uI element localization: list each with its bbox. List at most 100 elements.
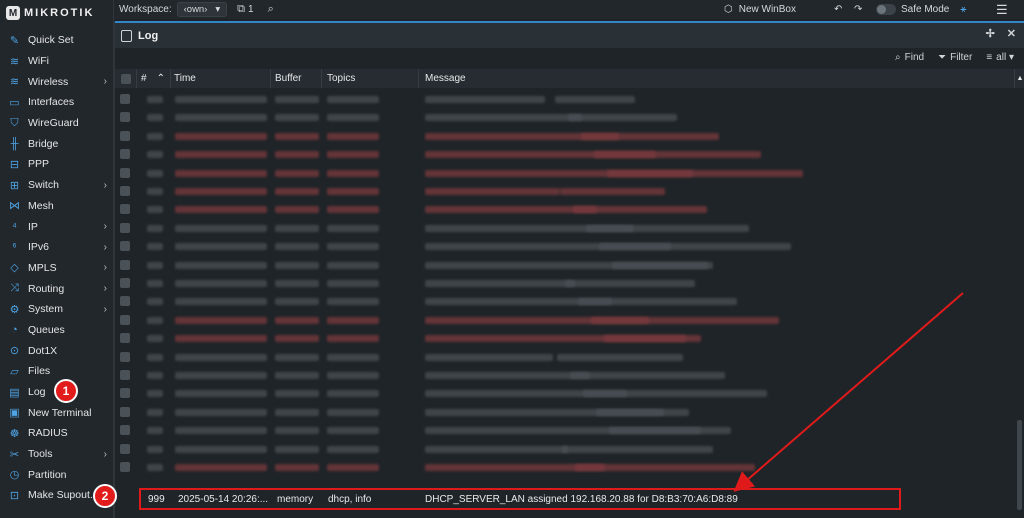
row-checkbox[interactable] [120,241,130,252]
table-row[interactable] [115,274,1015,292]
scroll-up-icon[interactable]: ▲ [1015,69,1024,88]
workspace-select[interactable]: ‹own› ▾ [176,2,228,17]
row-checkbox[interactable] [120,278,130,288]
sidebar-item-switch[interactable]: ⊞ Switch › [0,175,114,196]
table-row[interactable] [115,403,1015,421]
redacted-text [275,390,319,398]
search-icon[interactable]: ⌕ [268,3,274,16]
table-row[interactable] [115,127,1015,145]
sidebar-item-ipv6[interactable]: ⁶ IPv6 › [0,237,114,258]
row-checkbox[interactable] [120,370,130,380]
row-checkbox[interactable] [120,222,130,233]
sidebar-item-dot1x[interactable]: ⊙ Dot1X [0,340,114,361]
sidebar-item-new-terminal[interactable]: ▣ New Terminal [0,402,114,423]
row-checkbox[interactable] [120,296,130,307]
table-row[interactable] [115,219,1015,237]
select-all-checkbox[interactable] [120,73,131,84]
row-checkbox[interactable] [120,425,130,436]
safe-mode-toggle[interactable]: Safe Mode ⚹ [876,4,966,15]
row-checkbox[interactable] [120,314,130,325]
table-row[interactable] [115,237,1015,255]
redo-icon[interactable]: ↷ [854,4,862,15]
redacted-text [573,206,707,214]
filter-preset-select[interactable]: ≡ all ▾ [986,52,1014,63]
table-row[interactable] [115,292,1015,310]
sidebar-item-label: Partition [28,468,67,481]
sidebar-item-bridge[interactable]: ╫ Bridge [0,133,114,154]
windows-icon[interactable]: ⧉ [237,3,245,16]
sidebar-item-radius[interactable]: ☸ RADIUS [0,423,114,444]
row-checkbox[interactable] [120,259,130,270]
sidebar-item-queues[interactable]: ◔ Queues [0,320,114,341]
toggle-switch[interactable] [876,4,896,15]
redacted-text [568,114,677,122]
sidebar-item-ppp[interactable]: ⊟ PPP [0,154,114,175]
new-winbox-button[interactable]: ⬡ New WinBox [724,4,796,15]
sidebar-item-files[interactable]: ▱ Files [0,361,114,382]
column-number[interactable]: # ⌃ [137,69,171,88]
close-icon[interactable]: ✕ [1007,27,1016,40]
sidebar-item-tools[interactable]: ✂ Tools › [0,444,114,465]
row-checkbox[interactable] [120,443,130,454]
hamburger-menu-icon[interactable]: ☰ [996,2,1008,18]
row-checkbox[interactable] [120,388,130,399]
table-row[interactable] [115,200,1015,218]
table-row[interactable] [115,366,1015,384]
column-topics[interactable]: Topics [322,69,419,88]
table-row[interactable] [115,384,1015,402]
sidebar-item-wireless[interactable]: ≋ Wireless › [0,71,114,92]
redacted-text [275,445,319,453]
find-button[interactable]: ⌕ Find [895,52,924,63]
row-checkbox[interactable] [120,186,130,196]
sidebar-item-routing[interactable]: ⤨ Routing › [0,278,114,299]
column-message[interactable]: Message [419,69,1015,88]
table-row[interactable] [115,256,1015,274]
table-row[interactable] [115,329,1015,347]
vertical-scrollbar[interactable] [1017,90,1022,518]
sidebar-item-mesh[interactable]: ⋈ Mesh [0,196,114,217]
table-row[interactable] [115,108,1015,126]
row-checkbox[interactable] [120,406,130,417]
row-checkbox[interactable] [120,204,130,215]
row-checkbox[interactable] [120,130,130,141]
row-checkbox[interactable] [120,112,130,123]
row-checkbox[interactable] [120,149,130,160]
accessibility-icon[interactable]: ⚹ [960,4,966,15]
redacted-text [175,169,267,177]
sidebar-item-ip[interactable]: ⁴ IP › [0,216,114,237]
table-row[interactable] [115,90,1015,108]
row-topics: dhcp, info [328,494,372,505]
pin-icon[interactable]: ✢ [986,27,995,40]
table-row[interactable] [115,348,1015,366]
undo-icon[interactable]: ↶ [834,4,842,15]
row-checkbox[interactable] [120,167,130,178]
table-row[interactable] [115,145,1015,163]
row-checkbox[interactable] [120,94,130,104]
redacted-text [591,316,779,324]
table-row[interactable] [115,458,1015,476]
column-time[interactable]: Time [171,69,271,88]
filter-button[interactable]: ⏷ Filter [938,52,972,63]
scrollbar-thumb[interactable] [1017,420,1022,510]
highlighted-log-row[interactable]: 999 2025-05-14 20:26:... memory dhcp, in… [139,488,901,510]
column-number-label: # [141,73,147,84]
row-checkbox[interactable] [120,462,130,472]
sidebar-item-interfaces[interactable]: ▭ Interfaces [0,92,114,113]
select-all-checkbox-cell[interactable] [115,69,137,88]
table-row[interactable] [115,440,1015,458]
table-row[interactable] [115,311,1015,329]
sidebar-item-wifi[interactable]: ≋ WiFi [0,51,114,72]
row-checkbox[interactable] [120,333,130,344]
sidebar-item-mpls[interactable]: ◇ MPLS › [0,258,114,279]
column-buffer[interactable]: Buffer [271,69,322,88]
row-checkbox[interactable] [120,351,130,362]
sidebar-item-quick-set[interactable]: ✎ Quick Set [0,30,114,51]
redacted-text [175,335,267,343]
sidebar-item-system[interactable]: ⚙ System › [0,299,114,320]
table-row[interactable] [115,182,1015,200]
sidebar-item-partition[interactable]: ◷ Partition [0,464,114,485]
sidebar-item-wireguard[interactable]: ⛉ WireGuard [0,113,114,134]
table-row[interactable] [115,421,1015,439]
table-row[interactable] [115,164,1015,182]
redacted-text [327,132,379,140]
